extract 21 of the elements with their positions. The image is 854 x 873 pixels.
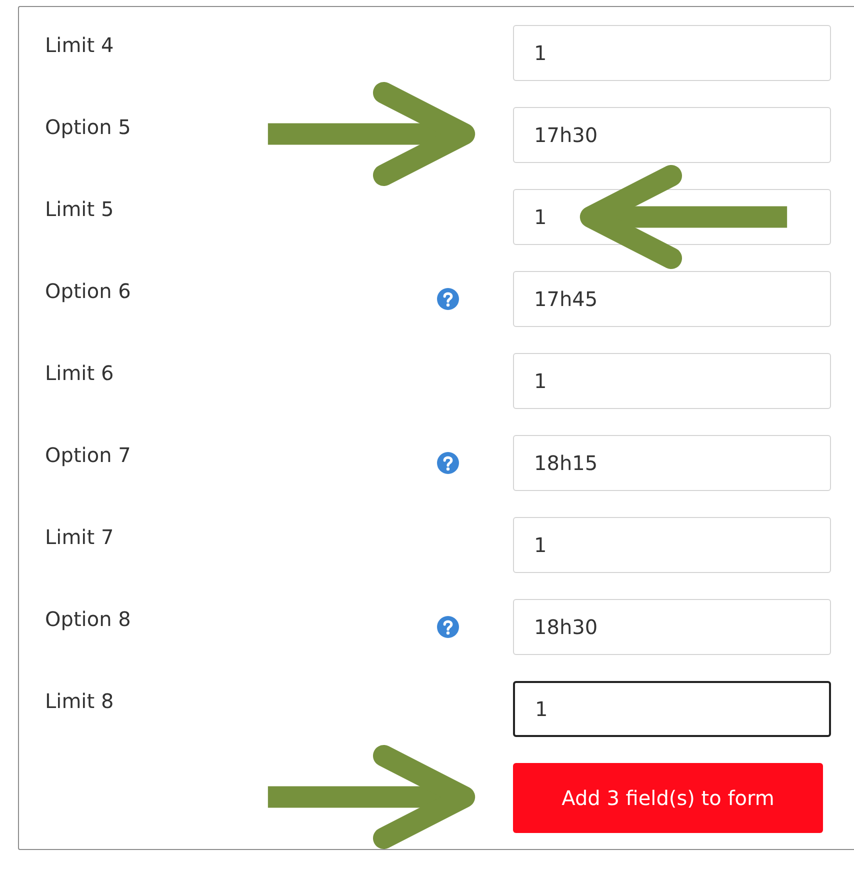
input-field[interactable]: 17h45 xyxy=(513,271,831,327)
input-field[interactable]: 1 xyxy=(513,517,831,573)
help-icon[interactable] xyxy=(437,616,459,638)
help-icon[interactable] xyxy=(437,452,459,474)
field-label: Option 5 xyxy=(45,114,131,139)
field-label: Limit 5 xyxy=(45,196,114,221)
add-fields-button[interactable]: Add 3 field(s) to form xyxy=(513,763,823,833)
field-label: Option 6 xyxy=(45,278,131,303)
input-field[interactable]: 18h15 xyxy=(513,435,831,491)
input-field[interactable]: 1 xyxy=(513,681,831,737)
field-label: Limit 8 xyxy=(45,688,114,713)
field-label: Option 8 xyxy=(45,606,131,631)
field-label: Limit 7 xyxy=(45,524,114,549)
input-field[interactable]: 18h30 xyxy=(513,599,831,655)
input-field[interactable]: 1 xyxy=(513,353,831,409)
input-field[interactable]: 1 xyxy=(513,25,831,81)
help-icon[interactable] xyxy=(437,288,459,310)
field-label: Limit 4 xyxy=(45,32,114,57)
field-label: Option 7 xyxy=(45,442,131,467)
input-field[interactable]: 17h30 xyxy=(513,107,831,163)
field-label: Limit 6 xyxy=(45,360,114,385)
